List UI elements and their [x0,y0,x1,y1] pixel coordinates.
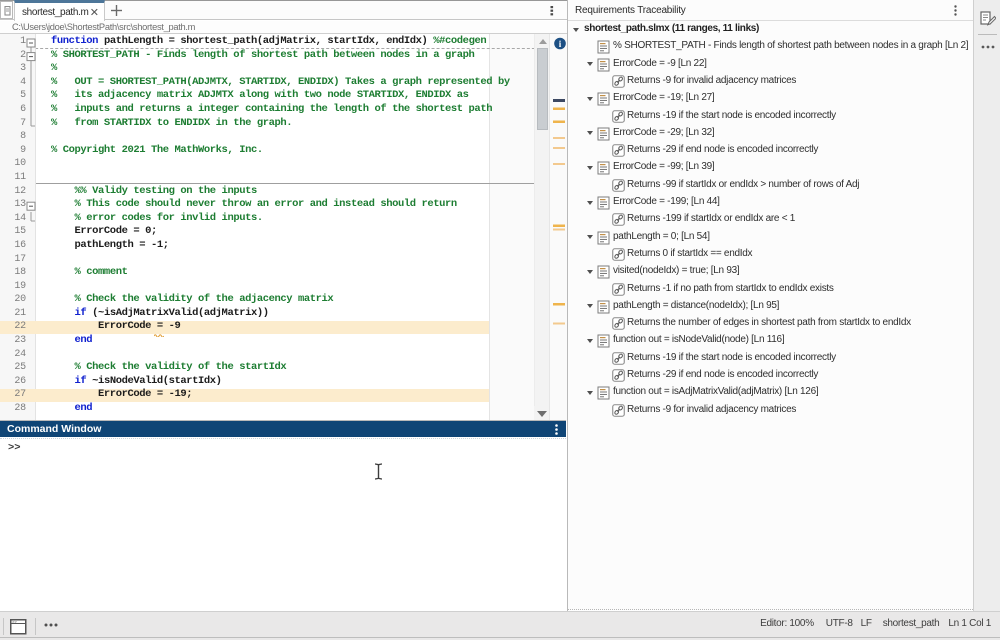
svg-text:>>: >> [12,620,17,625]
